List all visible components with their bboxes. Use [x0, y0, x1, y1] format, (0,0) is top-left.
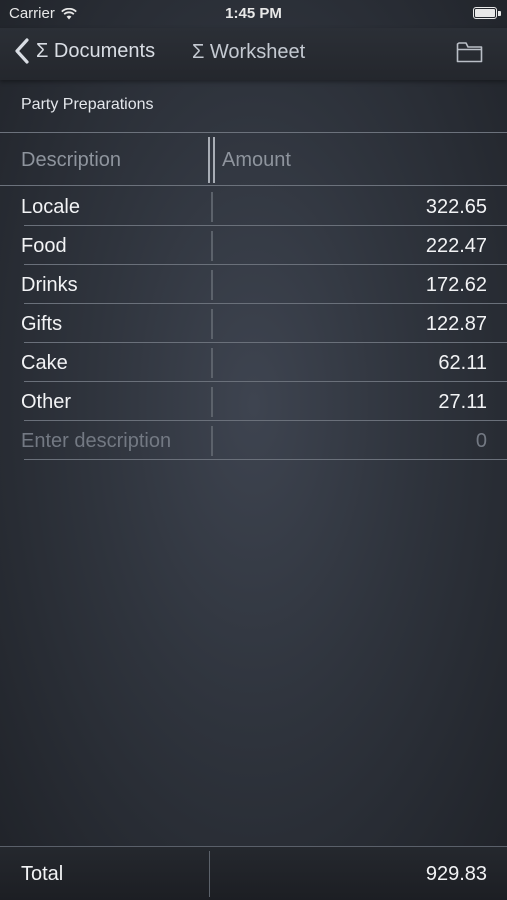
row-divider: [24, 459, 507, 460]
row-description[interactable]: Gifts: [21, 313, 62, 336]
column-resize-handle[interactable]: [208, 137, 217, 183]
row-amount[interactable]: 62.11: [438, 352, 487, 375]
total-value: 929.83: [425, 863, 487, 885]
row-amount[interactable]: 322.65: [426, 196, 487, 219]
folder-icon[interactable]: [456, 41, 483, 63]
total-footer: Total 929.83: [0, 846, 507, 900]
divider: [0, 132, 507, 133]
document-title[interactable]: Party Preparations: [21, 96, 154, 114]
resize-line: [213, 137, 215, 183]
status-bar: Carrier 1:45 PM: [0, 0, 507, 28]
chevron-left-icon: [15, 38, 29, 64]
description-input[interactable]: Enter description: [21, 430, 171, 453]
row-description[interactable]: Drinks: [21, 274, 78, 297]
navigation-bar: Σ Documents Σ Worksheet: [0, 28, 507, 80]
table-row[interactable]: Food 222.47: [0, 226, 507, 265]
amount-input[interactable]: 0: [476, 430, 487, 453]
status-time: 1:45 PM: [225, 5, 282, 22]
row-description[interactable]: Locale: [21, 196, 80, 219]
table-row[interactable]: Drinks 172.62: [0, 265, 507, 304]
header-divider: [0, 185, 507, 186]
battery-level: [475, 9, 495, 17]
table-row[interactable]: Cake 62.11: [0, 343, 507, 382]
row-amount[interactable]: 122.87: [426, 313, 487, 336]
column-divider: [211, 426, 213, 456]
battery-icon: [473, 7, 497, 19]
battery-tip: [498, 11, 501, 16]
row-description[interactable]: Other: [21, 391, 71, 414]
table-row[interactable]: Locale 322.65: [0, 187, 507, 226]
new-row-entry[interactable]: Enter description 0: [0, 421, 507, 460]
column-divider: [211, 309, 213, 339]
nav-title: Σ Worksheet: [192, 41, 306, 63]
column-divider: [211, 231, 213, 261]
column-divider: [211, 270, 213, 300]
column-header-amount[interactable]: Amount: [222, 149, 291, 172]
row-description[interactable]: Cake: [21, 352, 68, 375]
table-row[interactable]: Gifts 122.87: [0, 304, 507, 343]
row-amount[interactable]: 27.11: [438, 391, 487, 414]
total-label: Total: [21, 863, 64, 885]
column-header-description[interactable]: Description: [21, 149, 121, 172]
row-amount[interactable]: 172.62: [426, 274, 487, 297]
table-row[interactable]: Other 27.11: [0, 382, 507, 421]
back-button-label: Σ Documents: [36, 39, 156, 62]
back-button[interactable]: Σ Documents: [14, 38, 155, 64]
row-description[interactable]: Food: [21, 235, 67, 258]
column-divider: [211, 387, 213, 417]
column-divider: [211, 192, 213, 222]
footer-divider: [209, 851, 210, 897]
resize-line: [208, 137, 210, 183]
row-amount[interactable]: 222.47: [426, 235, 487, 258]
column-divider: [211, 348, 213, 378]
